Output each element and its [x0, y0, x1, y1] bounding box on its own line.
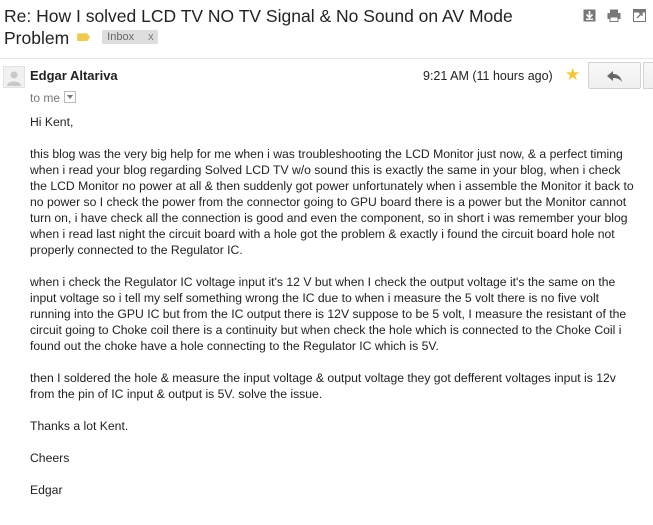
inbox-label-text: Inbox — [107, 31, 135, 44]
recipient-text: to me — [30, 91, 61, 105]
sender-name[interactable]: Edgar Altariva — [30, 68, 118, 83]
print-icon[interactable] — [607, 9, 621, 22]
importance-label-icon[interactable] — [77, 33, 91, 42]
star-icon[interactable]: ★ — [565, 66, 580, 84]
remove-label-button[interactable]: x — [148, 31, 154, 43]
message-timestamp: 9:21 AM (11 hours ago) — [423, 69, 553, 83]
subject-title: Re: How I solved LCD TV NO TV Signal & N… — [4, 6, 513, 48]
new-window-icon[interactable] — [633, 9, 646, 22]
default-avatar-icon — [7, 71, 21, 86]
more-actions-button[interactable] — [643, 62, 653, 89]
reply-arrow-icon — [607, 71, 622, 82]
reply-button[interactable] — [588, 62, 641, 89]
email-subject: Re: How I solved LCD TV NO TV Signal & N… — [4, 5, 564, 49]
body-paragraph: Cheers — [30, 451, 70, 465]
body-paragraph: then I soldered the hole & measure the i… — [30, 371, 616, 401]
subject-bar: Re: How I solved LCD TV NO TV Signal & N… — [0, 0, 653, 58]
body-paragraph: when i check the Regulator IC voltage in… — [30, 275, 627, 353]
recipient-line: to me — [30, 90, 77, 105]
avatar[interactable] — [3, 66, 25, 88]
download-icon[interactable] — [583, 9, 596, 22]
message-body: Hi Kent, this blog was the very big help… — [30, 114, 640, 514]
inbox-label-chip[interactable]: Inbox x — [102, 30, 158, 45]
body-paragraph: Thanks a lot Kent. — [30, 419, 129, 433]
top-toolbar — [583, 9, 653, 23]
body-paragraph: this blog was the very big help for me w… — [30, 147, 634, 257]
body-paragraph: Hi Kent, — [30, 115, 74, 129]
body-paragraph: Edgar — [30, 483, 63, 497]
show-details-dropdown-icon[interactable] — [64, 91, 77, 103]
header-divider — [0, 58, 653, 59]
